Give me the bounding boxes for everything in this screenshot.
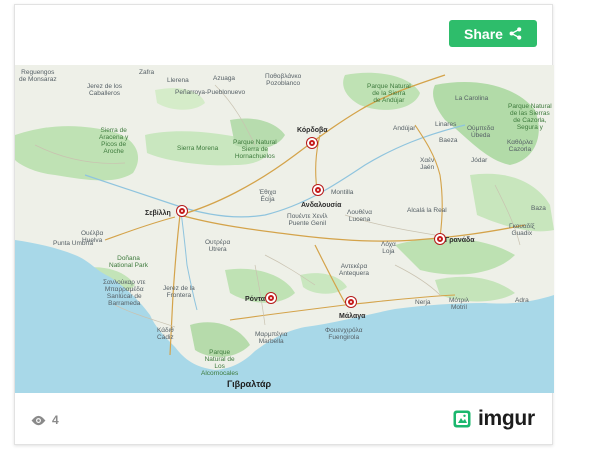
map-label: Κόρδοβα <box>297 127 328 134</box>
map-label: Ανδαλουσία <box>301 202 342 209</box>
map-label: Azuaga <box>213 75 236 82</box>
map-label: Punta Umbría <box>53 240 94 247</box>
map-label: Μαρμπέγια Marbella <box>255 331 288 345</box>
map-pin-cordoba[interactable] <box>307 138 317 148</box>
share-icon <box>509 27 522 40</box>
map-label: Jódar <box>471 157 488 164</box>
view-count: 4 <box>31 413 59 427</box>
map-label: Ποθοβλάνκο Pozoblanco <box>265 73 302 87</box>
map-label: La Carolina <box>455 95 489 102</box>
map-label: Baeza <box>439 137 458 144</box>
map-label: Σεβίλλη <box>145 210 171 217</box>
map-label: Κάδιθ Cádiz <box>157 327 174 341</box>
share-label: Share <box>464 25 503 42</box>
eye-icon <box>31 415 46 425</box>
map-label: Llerena <box>167 77 189 84</box>
map-label: Γκουαδίξ Guadix <box>509 223 535 237</box>
map-label: Andújar <box>393 125 416 132</box>
image-card: Share Reguengos de Monsaraz Zafra Lleren… <box>14 4 554 445</box>
map-pin-andalusia[interactable] <box>313 185 323 195</box>
map-pin-malaga[interactable] <box>346 297 356 307</box>
brand-text: imgur <box>478 407 535 430</box>
map-label: Peñarroya-Pueblonuevo <box>175 89 246 96</box>
map-label: Γιβραλτάρ <box>227 379 272 389</box>
imgur-logo[interactable]: imgur <box>453 407 535 431</box>
map-label: Ούμπεδα Úbeda <box>467 125 495 139</box>
map-label: Φουενχιρόλα Fuengirola <box>325 327 363 341</box>
map-label: Doñana National Park <box>109 255 149 269</box>
map-label: Jerez de la Frontera <box>163 285 195 299</box>
map-label: Parque Natural de la Sierra de Andújar <box>367 83 411 104</box>
map-label: Λουθένα Lucena <box>347 209 373 223</box>
map-label: Αντεκέρα Antequera <box>339 263 369 277</box>
map-label: Linares <box>435 121 457 128</box>
map-pin-ronda[interactable] <box>266 293 276 303</box>
map-label: Alcalá la Real <box>407 207 447 214</box>
map-label: Nerja <box>415 299 431 306</box>
map-label: Adra <box>515 297 529 304</box>
map-label: Καθόρλα Cazorla <box>507 139 533 153</box>
map-pin-seville[interactable] <box>177 206 187 216</box>
map-label: Parque Natural de las Sierras de Cazorla… <box>508 103 552 131</box>
map-label: Zafra <box>139 69 155 76</box>
map-label: Parque Natural de Los Alcornocales <box>201 349 239 377</box>
map-label: Sierra Morena <box>177 145 219 152</box>
map-image[interactable]: Reguengos de Monsaraz Zafra Llerena Azua… <box>15 65 554 393</box>
map-label: Σανλούκαρ ντε Μπαρραμέδα Sanlúcar de Bar… <box>103 279 146 307</box>
map-label: Λόχα Loja <box>381 241 396 255</box>
map-label: Πουέντε Χενίλ Puente Genil <box>287 213 328 227</box>
map-pin-granada[interactable] <box>435 234 445 244</box>
map-label: Montilla <box>331 189 354 196</box>
map-label: Ρόντα <box>245 296 266 303</box>
map-label: Parque Natural Sierra de Hornachuelos <box>233 139 277 160</box>
map-label: Χαέν Jaén <box>420 157 435 171</box>
share-button[interactable]: Share <box>449 20 537 47</box>
map-label: Reguengos de Monsaraz <box>19 69 57 83</box>
map-label: Μάλαγα <box>339 313 366 320</box>
imgur-icon <box>453 410 471 428</box>
map-label: Μότριλ Motril <box>449 297 469 311</box>
map-label: Sierra de Aracena y Picos de Aroche <box>99 127 129 155</box>
map-label: Ουτρέρα Utrera <box>205 239 231 253</box>
map-label: Baza <box>531 205 546 212</box>
map-label: Γρανάδα <box>445 237 475 244</box>
map-label: Έθιχα Écija <box>259 189 277 203</box>
map-label: Jerez de los Caballeros <box>87 83 123 97</box>
view-count-value: 4 <box>52 413 59 427</box>
